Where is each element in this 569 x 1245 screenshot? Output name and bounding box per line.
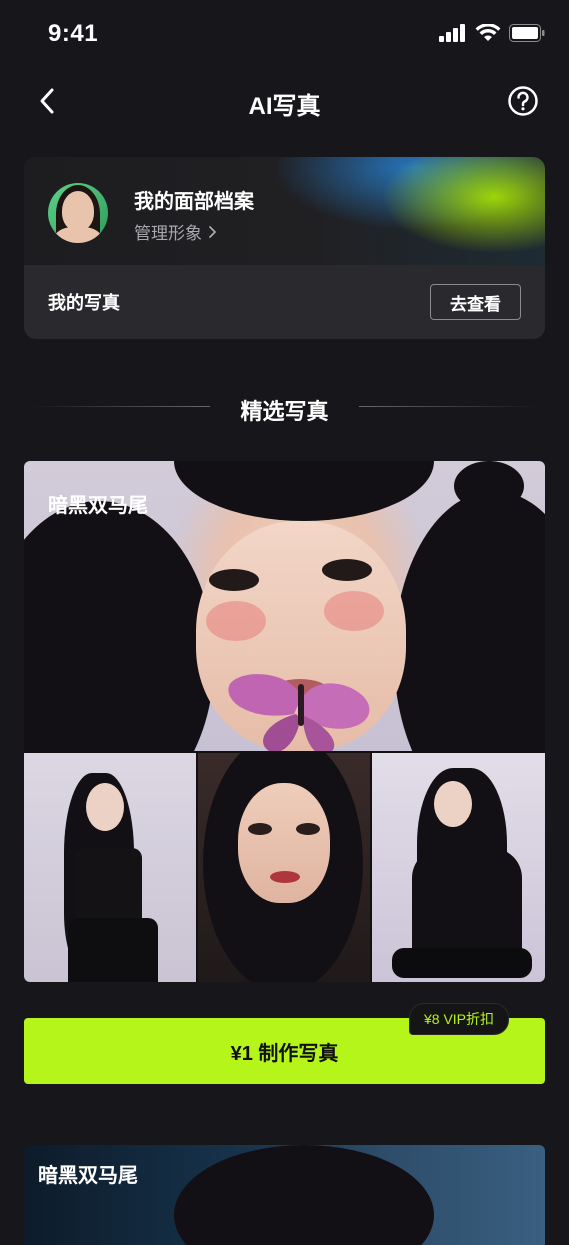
section-title: 精选写真 xyxy=(240,399,329,424)
page-title: AI写真 xyxy=(248,93,321,120)
style-card-title: 暗黑双马尾 xyxy=(48,495,148,517)
view-photos-button[interactable]: 去查看 xyxy=(430,284,521,320)
divider-right xyxy=(359,406,539,407)
section-header: 精选写真 xyxy=(0,390,569,424)
vip-discount-badge: ¥8 VIP折扣 xyxy=(409,1003,509,1035)
help-icon xyxy=(508,86,538,116)
wifi-icon xyxy=(475,24,501,41)
my-photos-row: 我的写真 去查看 xyxy=(24,265,545,339)
avatar xyxy=(48,183,108,243)
manage-avatar-link[interactable]: 管理形象 xyxy=(134,219,218,244)
status-icons xyxy=(439,24,545,42)
nav-bar: AI写真 xyxy=(0,70,569,132)
battery-icon xyxy=(509,24,545,42)
cellular-signal-icon xyxy=(439,24,465,42)
style-card-next-title: 暗黑双马尾 xyxy=(38,1165,138,1187)
help-button[interactable] xyxy=(507,85,539,117)
my-photos-label: 我的写真 xyxy=(48,293,120,313)
style-thumbnail-3 xyxy=(372,753,545,982)
style-thumbnail-2 xyxy=(198,753,370,982)
style-thumbnail-1 xyxy=(24,753,196,982)
style-main-photo: 暗黑双马尾 xyxy=(24,461,545,751)
manage-avatar-label: 管理形象 xyxy=(134,224,202,243)
style-card-next[interactable]: 暗黑双马尾 xyxy=(24,1145,545,1245)
status-bar: 9:41 xyxy=(0,0,569,70)
face-profile-card: 我的面部档案 管理形象 我的写真 去查看 xyxy=(24,157,545,339)
chevron-right-icon xyxy=(209,225,216,238)
butterfly-graphic xyxy=(228,674,370,751)
status-time: 9:41 xyxy=(48,20,99,47)
face-profile-header[interactable]: 我的面部档案 管理形象 xyxy=(24,157,545,265)
face-profile-title: 我的面部档案 xyxy=(134,191,254,213)
style-card[interactable]: 暗黑双马尾 xyxy=(24,461,545,982)
